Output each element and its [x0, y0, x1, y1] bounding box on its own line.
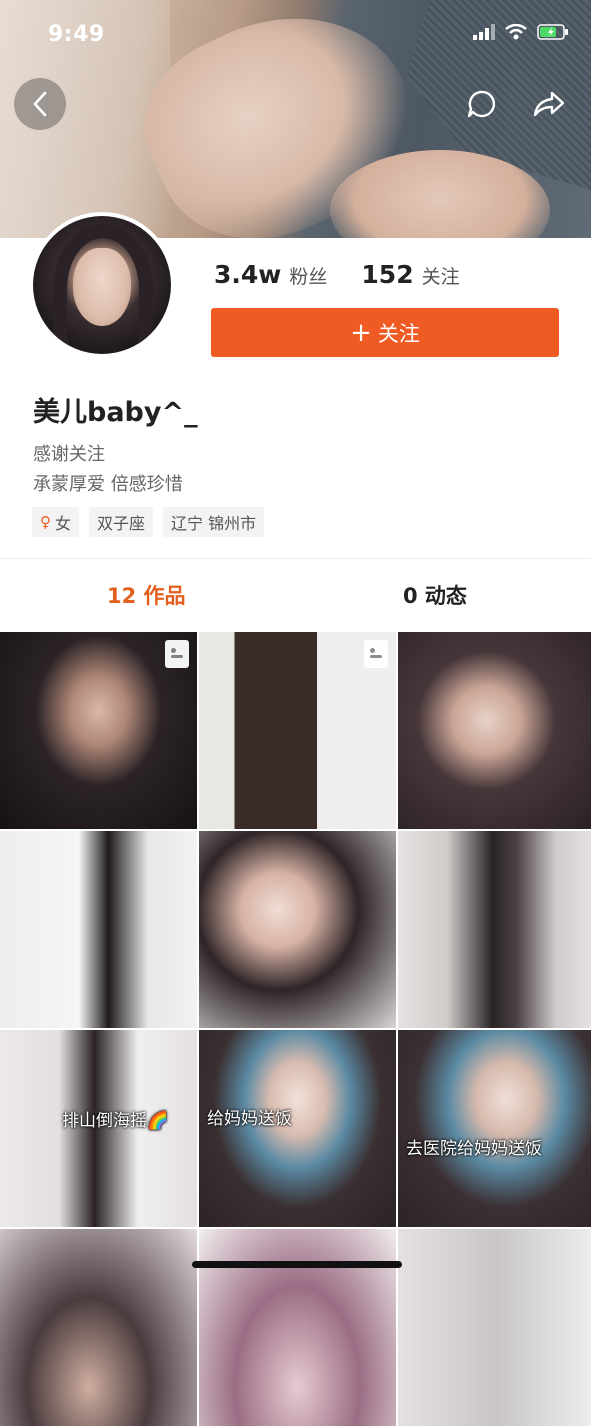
tag-zodiac: 双子座 — [89, 507, 154, 537]
profile-stats: 3.4w 粉丝 152 关注 — [214, 260, 460, 289]
status-icons — [473, 24, 569, 40]
following-label[interactable]: 关注 — [422, 262, 460, 289]
divider — [0, 558, 591, 559]
video-thumbnail[interactable] — [199, 831, 396, 1028]
tag-gender-label: 女 — [55, 514, 72, 533]
profile-bio-line1: 感谢关注 — [33, 444, 105, 465]
speech-bubble-icon — [467, 90, 496, 118]
share-arrow-icon — [533, 91, 565, 117]
avatar-frame[interactable] — [29, 212, 175, 358]
plus-icon: + — [350, 317, 372, 348]
profile-bio-line2: 承蒙厚爱 倍感珍惜 — [33, 474, 183, 495]
chevron-left-icon — [33, 91, 47, 117]
avatar[interactable] — [33, 216, 171, 354]
tag-location: 辽宁 锦州市 — [163, 507, 265, 537]
video-thumbnail[interactable] — [0, 632, 197, 829]
video-grid: 排山倒海摇🌈 给妈妈送饭 去医院给妈妈送饭 — [0, 632, 591, 1426]
followers-count[interactable]: 3.4w — [214, 260, 281, 289]
video-thumbnail[interactable]: 去医院给妈妈送饭 — [398, 1030, 591, 1227]
share-button[interactable] — [523, 78, 575, 130]
video-thumbnail[interactable] — [199, 1229, 396, 1426]
home-indicator[interactable] — [192, 1261, 402, 1268]
video-thumbnail[interactable] — [0, 1229, 197, 1426]
status-bar: 9:49 — [0, 0, 591, 70]
wifi-icon — [505, 24, 527, 40]
video-thumbnail[interactable] — [0, 831, 197, 1028]
video-caption: 给妈妈送饭 — [207, 1109, 292, 1129]
message-button[interactable] — [455, 78, 507, 130]
follow-button-label: 关注 — [377, 321, 420, 346]
signal-icon — [473, 24, 495, 40]
content-tabs: 12 作品 0 动态 — [0, 568, 591, 622]
status-time: 9:49 — [48, 22, 105, 47]
back-button[interactable] — [14, 78, 66, 130]
photo-badge-icon — [364, 640, 388, 668]
video-thumbnail[interactable] — [398, 632, 591, 829]
photo-badge-icon — [165, 640, 189, 668]
video-thumbnail[interactable] — [199, 632, 396, 829]
video-thumbnail[interactable]: 排山倒海摇🌈 — [0, 1030, 197, 1227]
video-caption: 去医院给妈妈送饭 — [406, 1139, 542, 1159]
following-count[interactable]: 152 — [361, 260, 413, 289]
video-caption: 排山倒海摇🌈 — [62, 1111, 169, 1131]
video-thumbnail[interactable] — [398, 1229, 591, 1426]
profile-name: 美儿baby^_ — [33, 397, 198, 428]
followers-label[interactable]: 粉丝 — [289, 262, 327, 289]
tag-gender: ♀ 女 — [32, 507, 80, 537]
tab-moments[interactable]: 0 动态 — [403, 580, 467, 610]
battery-icon — [537, 24, 568, 40]
female-icon: ♀ — [40, 513, 51, 531]
profile-tags: ♀ 女 双子座 辽宁 锦州市 — [32, 507, 265, 537]
video-thumbnail[interactable] — [398, 831, 591, 1028]
video-thumbnail[interactable]: 给妈妈送饭 — [199, 1030, 396, 1227]
tab-works[interactable]: 12 作品 — [107, 580, 186, 610]
follow-button[interactable]: + 关注 — [211, 308, 559, 357]
